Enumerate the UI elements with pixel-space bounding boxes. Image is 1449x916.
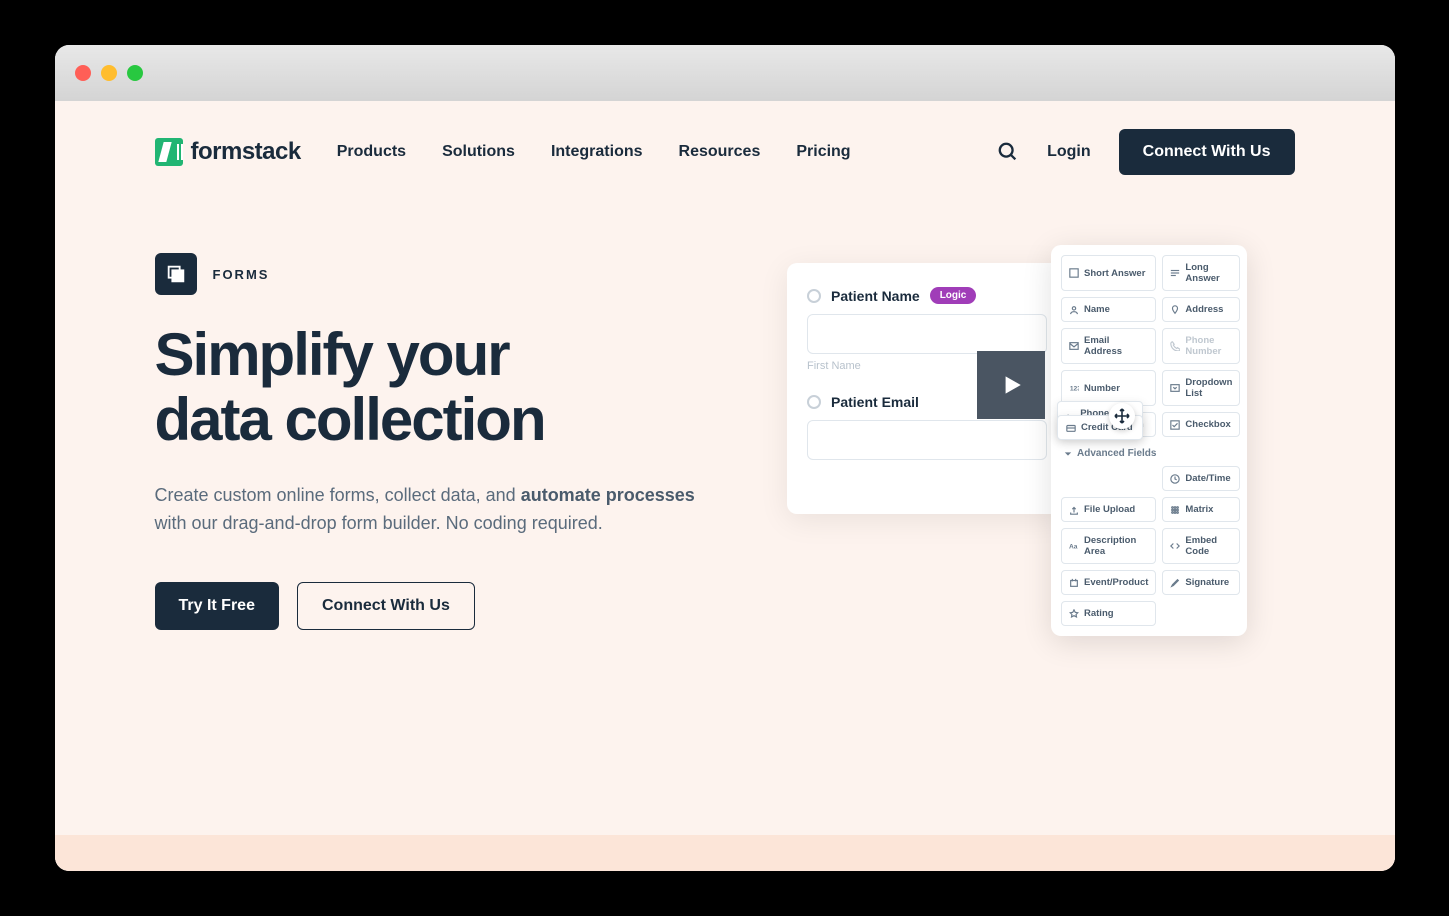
email-input[interactable] [807,420,1047,460]
nav-pricing[interactable]: Pricing [796,143,850,161]
hero-title-line2: data collection [155,386,545,453]
hero-desc-pre: Create custom online forms, collect data… [155,485,521,505]
chip-matrix[interactable]: Matrix [1162,497,1240,522]
field-palette: Short Answer Long Answer Name Address Em… [1051,245,1247,636]
chip-checkbox[interactable]: Checkbox [1162,412,1240,437]
hero-description: Create custom online forms, collect data… [155,481,710,539]
hero-section: FORMS Simplify your data collection Crea… [55,203,1395,630]
chip-address[interactable]: Address [1162,297,1240,322]
nav-products[interactable]: Products [337,143,406,161]
logic-badge: Logic [930,287,977,304]
nav-solutions[interactable]: Solutions [442,143,515,161]
field-label: Patient Name [831,288,920,304]
chip-name[interactable]: Name [1061,297,1156,322]
connect-button[interactable]: Connect With Us [297,582,475,630]
logo-icon [155,138,183,166]
main-nav: formstack Products Solutions Integration… [55,101,1395,203]
nav-resources[interactable]: Resources [679,143,761,161]
chip-signature[interactable]: Signature [1162,570,1240,595]
chip-email[interactable]: Email Address [1061,328,1156,364]
chip-fileupload[interactable]: File Upload [1061,497,1156,522]
search-icon[interactable] [997,141,1019,163]
advanced-fields-header: Advanced Fields [1061,443,1240,460]
window-close-button[interactable] [75,65,91,81]
chip-rating[interactable]: Rating [1061,601,1156,626]
logo-text: formstack [191,138,301,166]
move-cursor-icon [1109,403,1135,429]
radio-icon [807,395,821,409]
chip-long-answer[interactable]: Long Answer [1162,255,1240,291]
page-content: formstack Products Solutions Integration… [55,101,1395,871]
name-input[interactable] [807,314,1047,354]
browser-chrome [55,45,1395,101]
hero-desc-bold: automate processes [521,485,695,505]
chip-description[interactable]: AaDescription Area [1061,528,1156,564]
play-icon [998,372,1024,398]
product-mockup: Patient Name Logic First Name Patient Em… [787,263,1247,514]
try-free-button[interactable]: Try It Free [155,582,279,630]
svg-text:123: 123 [1070,386,1079,393]
chip-short-answer[interactable]: Short Answer [1061,255,1156,291]
browser-window: formstack Products Solutions Integration… [55,45,1395,871]
hero-title: Simplify your data collection [155,323,710,453]
login-link[interactable]: Login [1047,143,1091,161]
hero-title-line1: Simplify your [155,321,509,388]
window-maximize-button[interactable] [127,65,143,81]
category-label: FORMS [213,267,270,282]
nav-links: Products Solutions Integrations Resource… [337,143,851,161]
category-badge: FORMS [155,253,710,295]
chip-embed[interactable]: Embed Code [1162,528,1240,564]
nav-cta-button[interactable]: Connect With Us [1119,129,1295,175]
forms-icon [155,253,197,295]
radio-icon [807,289,821,303]
nav-right: Login Connect With Us [997,129,1294,175]
nav-integrations[interactable]: Integrations [551,143,643,161]
window-minimize-button[interactable] [101,65,117,81]
footer-band [55,835,1395,871]
svg-text:Aa: Aa [1069,544,1078,551]
hero-visual: Patient Name Logic First Name Patient Em… [740,253,1295,630]
hero-copy: FORMS Simplify your data collection Crea… [155,253,710,630]
chip-event[interactable]: Event/Product [1061,570,1156,595]
chip-dropdown[interactable]: Dropdown List [1162,370,1240,406]
logo[interactable]: formstack [155,138,301,166]
play-video-button[interactable] [977,351,1045,419]
hero-ctas: Try It Free Connect With Us [155,582,710,630]
chip-datetime[interactable]: Date/Time [1162,466,1240,491]
chip-phone[interactable]: Phone Number [1162,328,1240,364]
field-label: Patient Email [831,394,919,410]
hero-desc-post: with our drag-and-drop form builder. No … [155,513,603,533]
card-icon [1066,423,1076,433]
